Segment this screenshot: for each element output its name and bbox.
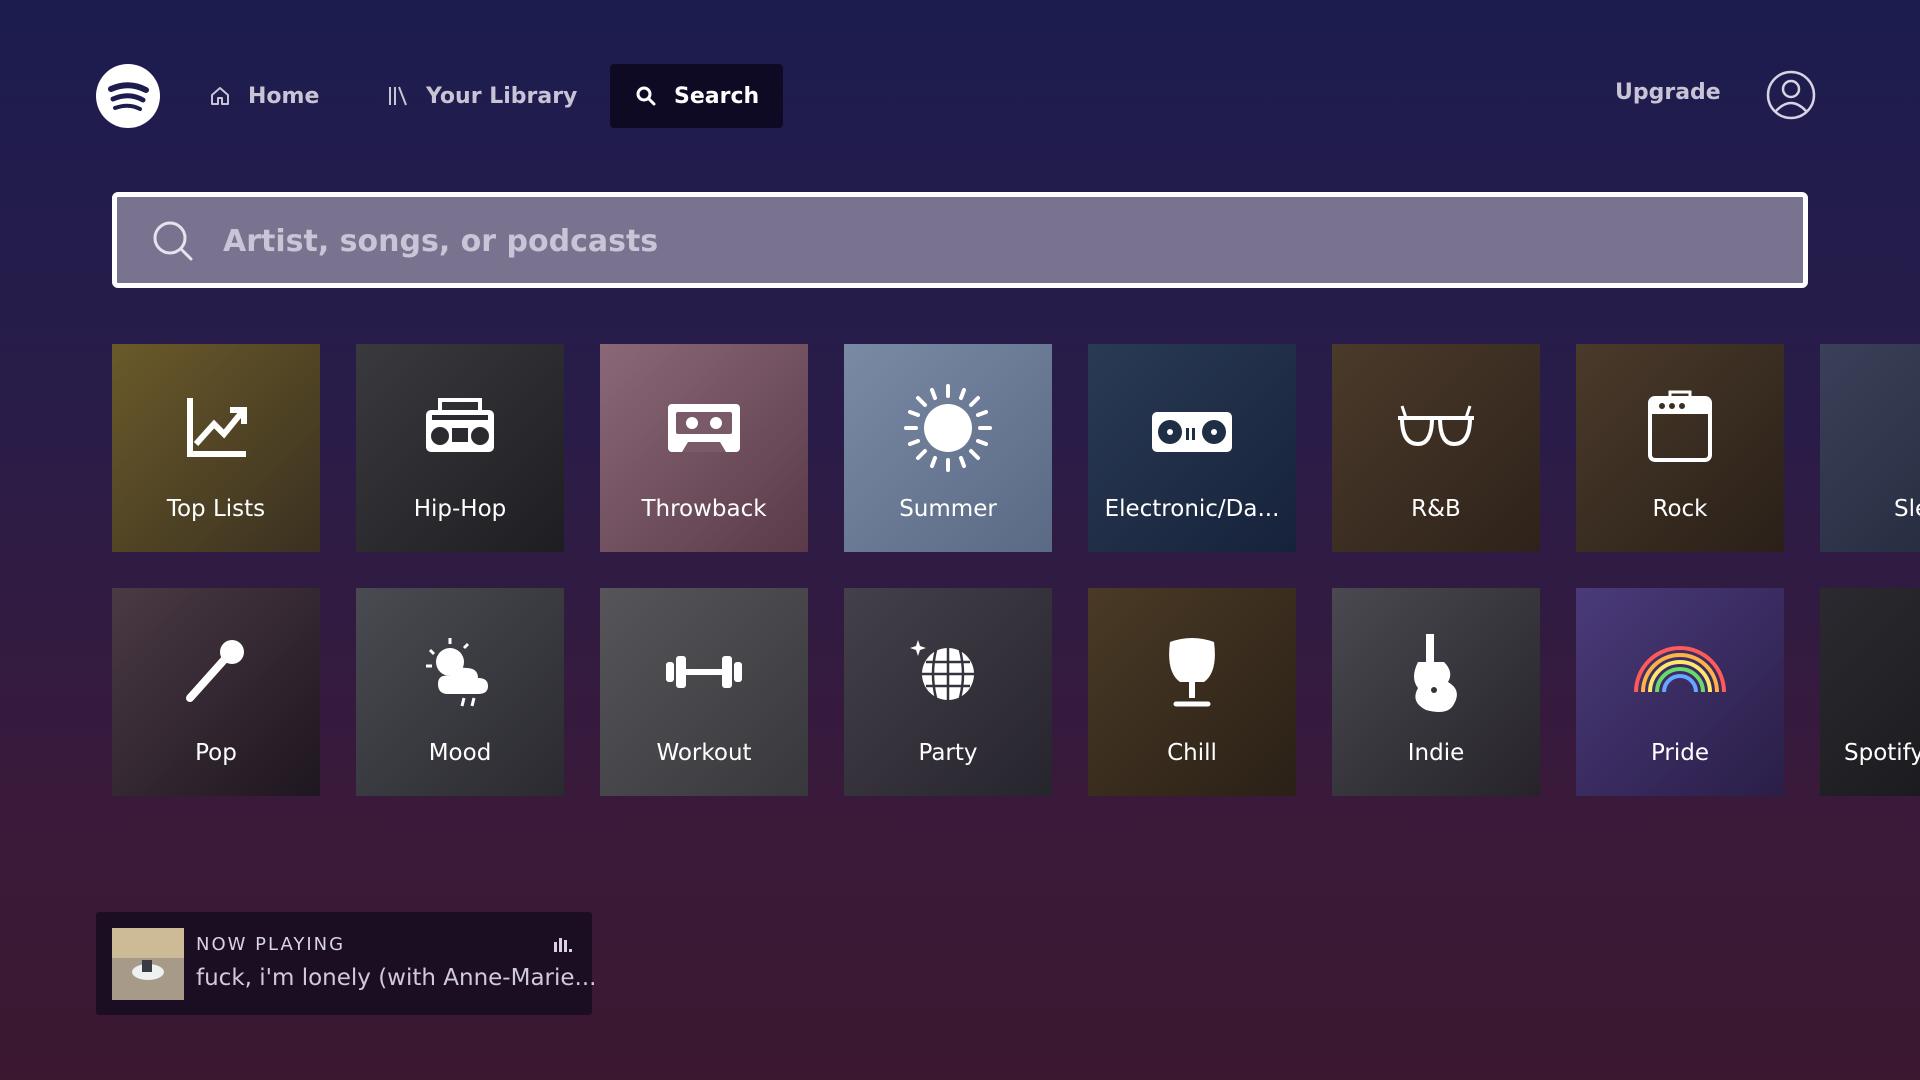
- search-icon: [151, 219, 195, 267]
- category-tile-mood[interactable]: Mood: [356, 588, 564, 796]
- amplifier-icon: [1576, 388, 1784, 468]
- category-tile-throwback[interactable]: Throwback: [600, 344, 808, 552]
- nav-search-label: Search: [674, 83, 760, 109]
- category-label: Top Lists: [166, 496, 266, 522]
- category-tile-indie[interactable]: Indie: [1332, 588, 1540, 796]
- spotify-logo-icon[interactable]: [96, 64, 160, 128]
- category-label: Party: [918, 740, 978, 766]
- disco-ball-icon: [844, 632, 1052, 712]
- library-icon: [386, 84, 410, 108]
- category-tile-sleep[interactable]: Sle: [1820, 344, 1920, 552]
- now-playing-bar[interactable]: NOW PLAYING fuck, i'm lonely (with Anne-…: [96, 912, 596, 1015]
- category-tile-spotify-singles[interactable]: Spotify: [1820, 588, 1920, 796]
- sun-icon: [844, 384, 1052, 472]
- category-tile-top-lists[interactable]: Top Lists: [112, 344, 320, 552]
- category-tile-hip-hop[interactable]: Hip-Hop: [356, 344, 564, 552]
- category-label: Summer: [899, 496, 997, 522]
- trending-chart-icon: [112, 388, 320, 468]
- search-bar[interactable]: [112, 192, 1808, 288]
- category-label: Indie: [1407, 740, 1465, 766]
- category-tile-chill[interactable]: Chill: [1088, 588, 1296, 796]
- category-label: Pop: [195, 740, 237, 766]
- electric-guitar-icon: [1332, 632, 1540, 712]
- search-icon: [634, 84, 658, 108]
- bed-icon: [1820, 388, 1920, 468]
- now-playing-label: NOW PLAYING: [196, 934, 346, 955]
- upgrade-button[interactable]: Upgrade: [1615, 80, 1721, 105]
- category-tile-workout[interactable]: Workout: [600, 588, 808, 796]
- category-label: Pride: [1650, 740, 1710, 766]
- category-tile-summer[interactable]: Summer: [844, 344, 1052, 552]
- search-input[interactable]: [221, 213, 1725, 269]
- rainbow-icon: [1576, 632, 1784, 712]
- category-tile-rnb[interactable]: R&B: [1332, 344, 1540, 552]
- weather-mood-icon: [356, 632, 564, 712]
- top-navigation: Home Your Library Search Upgrade: [0, 0, 1920, 190]
- category-label: Rock: [1652, 496, 1708, 522]
- microphone-icon: [112, 632, 320, 712]
- category-label: Mood: [428, 740, 492, 766]
- category-label: Sle: [1894, 496, 1920, 522]
- category-tile-party[interactable]: Party: [844, 588, 1052, 796]
- category-tile-pop[interactable]: Pop: [112, 588, 320, 796]
- sunglasses-icon: [1332, 388, 1540, 468]
- nav-search[interactable]: Search: [610, 64, 784, 128]
- category-label: Workout: [656, 740, 752, 766]
- category-label: R&B: [1411, 496, 1461, 522]
- nav-home[interactable]: Home: [184, 64, 343, 128]
- turntable-icon: [1088, 388, 1296, 468]
- category-tile-rock[interactable]: Rock: [1576, 344, 1784, 552]
- boombox-icon: [356, 388, 564, 468]
- category-tile-pride[interactable]: Pride: [1576, 588, 1784, 796]
- equalizer-icon: [554, 937, 574, 956]
- nav-library-label: Your Library: [426, 83, 578, 109]
- now-playing-title: fuck, i'm lonely (with Anne-Marie...: [196, 965, 597, 991]
- category-label: Throwback: [641, 496, 767, 522]
- nav-your-library[interactable]: Your Library: [362, 64, 601, 128]
- egg-chair-icon: [1088, 632, 1296, 712]
- category-tile-electronic-dance[interactable]: Electronic/Da...: [1088, 344, 1296, 552]
- home-icon: [208, 84, 232, 108]
- album-art: [112, 928, 184, 1000]
- mixer-icon: [1820, 632, 1920, 712]
- category-label: Hip-Hop: [413, 496, 507, 522]
- nav-home-label: Home: [248, 83, 320, 109]
- cassette-icon: [600, 388, 808, 468]
- dumbbell-icon: [600, 632, 808, 712]
- category-label: Electronic/Da...: [1104, 496, 1280, 522]
- category-label: Spotify: [1844, 740, 1920, 766]
- user-avatar-icon[interactable]: [1766, 70, 1816, 120]
- category-label: Chill: [1167, 740, 1217, 766]
